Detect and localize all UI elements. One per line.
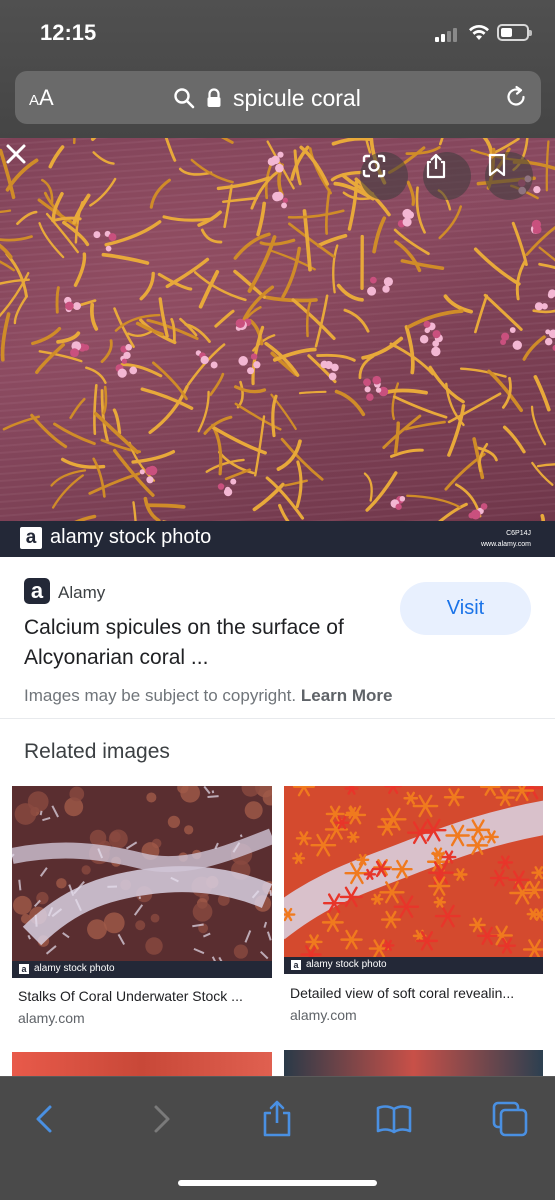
reload-icon[interactable] — [503, 84, 529, 110]
related-thumb-2[interactable]: a alamy stock photo — [284, 786, 543, 974]
wifi-icon — [469, 24, 489, 40]
tabs-icon[interactable] — [490, 1099, 530, 1139]
source-name[interactable]: Alamy — [58, 583, 105, 603]
image-site: www.alamy.com — [480, 541, 531, 548]
lens-icon — [362, 154, 386, 178]
related-domain-2: alamy.com — [290, 1007, 357, 1023]
soft-coral-photo — [284, 786, 543, 964]
related-thumb-1[interactable]: a alamy stock photo — [12, 786, 272, 978]
lens-button[interactable] — [360, 152, 408, 200]
alamy-logo: a — [20, 527, 42, 549]
battery-icon — [497, 24, 532, 41]
url-text: spicule coral — [233, 84, 361, 111]
thumb-watermark-bar: a alamy stock photo — [12, 961, 272, 978]
thumb-watermark-bar: a alamy stock photo — [284, 957, 543, 974]
coral-photo — [0, 138, 555, 522]
related-domain-1: alamy.com — [18, 1010, 85, 1026]
watermark-text: alamy stock photo — [50, 526, 212, 548]
alamy-mini-logo: a — [19, 964, 29, 974]
learn-more-link[interactable]: Learn More — [301, 686, 393, 705]
home-indicator — [178, 1180, 377, 1186]
related-images-heading: Related images — [24, 740, 170, 763]
save-image-button[interactable] — [485, 152, 533, 200]
alamy-mini-logo: a — [291, 960, 301, 970]
watermark-bar: a alamy stock photo C6P14J www.alamy.com — [0, 521, 555, 557]
search-icon — [174, 88, 195, 109]
address-bar[interactable]: AA spicule coral — [15, 71, 541, 124]
chevron-right-icon[interactable] — [141, 1099, 181, 1139]
related-title-2[interactable]: Detailed view of soft coral revealin... — [290, 985, 514, 1001]
visit-button[interactable]: Visit — [400, 582, 531, 635]
related-thumb-4[interactable] — [284, 1050, 543, 1076]
copyright-text: Images may be subject to copyright. — [24, 686, 297, 705]
bookmark-icon — [488, 153, 506, 177]
divider — [0, 718, 555, 719]
thumb-watermark-text: alamy stock photo — [34, 963, 115, 974]
book-icon[interactable] — [374, 1099, 414, 1139]
share-icon — [426, 153, 446, 179]
share-icon[interactable] — [257, 1099, 297, 1139]
main-image[interactable] — [0, 138, 555, 522]
close-icon[interactable] — [0, 138, 32, 170]
copyright-notice: Images may be subject to copyright. Lear… — [24, 686, 393, 706]
image-id: C6P14J — [506, 530, 531, 537]
source-logo: a — [24, 578, 50, 604]
status-time: 12:15 — [40, 20, 97, 45]
url-field[interactable]: spicule coral — [173, 83, 361, 113]
cellular-signal-icon — [435, 26, 461, 42]
text-size-button[interactable]: AA — [29, 86, 54, 113]
share-image-button[interactable] — [423, 152, 471, 200]
thumb-watermark-text: alamy stock photo — [306, 959, 387, 970]
lock-icon — [207, 88, 221, 107]
result-title[interactable]: Calcium spicules on the surface of Alcyo… — [24, 613, 384, 673]
browser-chrome-top: 12:15 AA spicule coral — [0, 0, 555, 138]
chevron-left-icon[interactable] — [25, 1099, 65, 1139]
coral-stalks-photo — [12, 786, 272, 970]
related-thumb-3[interactable] — [12, 1052, 272, 1076]
related-title-1[interactable]: Stalks Of Coral Underwater Stock ... — [18, 988, 243, 1004]
